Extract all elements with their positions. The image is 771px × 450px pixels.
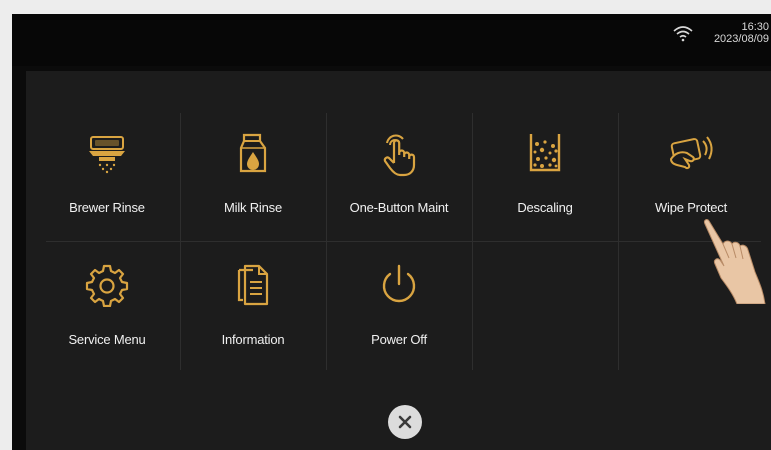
wifi-icon [673,26,693,42]
maintenance-menu-panel: Brewer Rinse Milk Rinse One-Button Maint… [26,71,771,450]
status-date: 2023/08/09 [713,33,769,45]
power-icon [369,260,429,310]
tile-information[interactable]: Information [180,243,326,374]
tile-label: Service Menu [68,332,146,347]
tile-power-off[interactable]: Power Off [326,243,472,374]
tile-label: Information [221,332,285,347]
wipe-hand-icon [661,128,721,178]
close-icon [398,415,412,429]
tile-label: Power Off [371,332,427,347]
tile-label: Brewer Rinse [69,200,145,215]
close-button[interactable] [388,405,422,439]
tile-label: Milk Rinse [224,200,282,215]
tile-label: One-Button Maint [349,200,449,215]
tile-service-menu[interactable]: Service Menu [34,243,180,374]
descaling-beaker-icon [515,128,575,178]
tile-descaling[interactable]: Descaling [472,111,618,242]
tile-label: Descaling [517,200,573,215]
documents-icon [223,260,283,310]
status-bar: 16:30 2023/08/09 [12,14,771,66]
gear-icon [77,260,137,310]
pointing-hand-photo [704,219,766,304]
photo-frame: 16:30 2023/08/09 Brewer Rinse Milk Rinse… [0,0,771,450]
milk-carton-icon [223,128,283,178]
brewer-icon [77,128,137,178]
tile-label: Wipe Protect [654,200,727,215]
status-time: 16:30 [741,21,769,33]
tile-one-button-maint[interactable]: One-Button Maint [326,111,472,242]
status-clock: 16:30 2023/08/09 [714,21,769,45]
touch-screen: 16:30 2023/08/09 Brewer Rinse Milk Rinse… [12,14,771,450]
touch-finger-icon [369,128,429,178]
tile-milk-rinse[interactable]: Milk Rinse [180,111,326,242]
tile-brewer-rinse[interactable]: Brewer Rinse [34,111,180,242]
